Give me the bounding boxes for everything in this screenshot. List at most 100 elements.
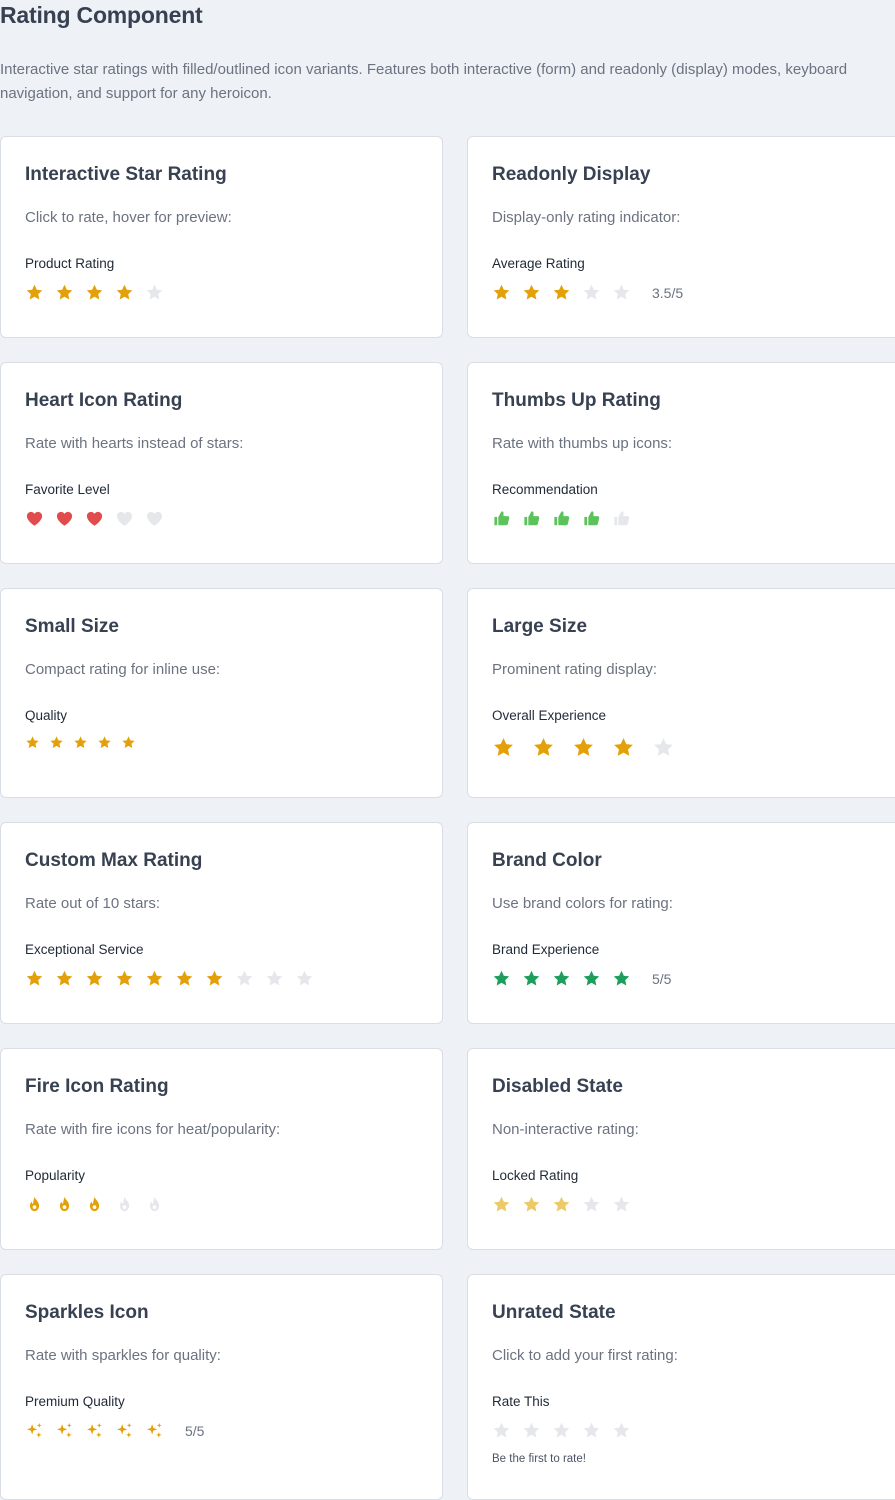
rating-card: Readonly Display Display-only rating indi… <box>467 136 895 338</box>
rating-card: Thumbs Up Rating Rate with thumbs up icon… <box>467 362 895 564</box>
star-icon[interactable] <box>265 969 295 988</box>
thumb-up-icon[interactable] <box>552 509 582 528</box>
rating-icons <box>492 1421 642 1440</box>
star-icon[interactable] <box>582 1421 612 1440</box>
star-icon[interactable] <box>552 1421 582 1440</box>
thumb-up-icon[interactable] <box>612 509 642 528</box>
heart-icon[interactable] <box>55 509 85 528</box>
fire-icon[interactable] <box>115 1195 145 1214</box>
sparkles-icon[interactable] <box>115 1421 145 1440</box>
page-description: Interactive star ratings with filled/out… <box>0 61 848 102</box>
fire-icon[interactable] <box>145 1195 175 1214</box>
heart-icon[interactable] <box>145 509 175 528</box>
star-icon[interactable] <box>582 969 612 988</box>
card-title: Thumbs Up Rating <box>492 390 661 411</box>
card-description: Click to rate, hover for preview: <box>25 209 232 226</box>
star-icon[interactable] <box>612 1421 642 1440</box>
card-description: Use brand colors for rating: <box>492 895 673 912</box>
star-icon[interactable] <box>552 283 582 302</box>
card-description: Prominent rating display: <box>492 661 658 678</box>
star-icon[interactable] <box>121 735 145 750</box>
star-icon[interactable] <box>532 736 572 759</box>
rating-icons <box>492 736 692 759</box>
star-icon[interactable] <box>522 1421 552 1440</box>
card-description: Rate with thumbs up icons: <box>492 435 673 452</box>
star-icon <box>522 1195 552 1214</box>
card-title: Readonly Display <box>492 164 651 185</box>
rating-label: Locked Rating <box>492 1168 579 1183</box>
star-icon[interactable] <box>492 736 532 759</box>
star-icon[interactable] <box>522 969 552 988</box>
star-icon[interactable] <box>145 969 175 988</box>
star-icon[interactable] <box>612 736 652 759</box>
star-icon[interactable] <box>522 283 552 302</box>
star-icon[interactable] <box>97 735 121 750</box>
star-icon[interactable] <box>145 283 175 302</box>
rating-card: Unrated State Click to add your first rat… <box>467 1274 895 1500</box>
star-icon[interactable] <box>25 969 55 988</box>
rating-card: Fire Icon Rating Rate with fire icons for… <box>0 1048 443 1250</box>
thumb-up-icon[interactable] <box>582 509 612 528</box>
page-title: Rating Component <box>0 2 203 28</box>
rating-icons: 3.5/5 <box>492 283 683 302</box>
rating-value-text: 3.5/5 <box>652 284 684 301</box>
star-icon[interactable] <box>492 969 522 988</box>
star-icon[interactable] <box>55 969 85 988</box>
star-icon[interactable] <box>612 283 642 302</box>
star-icon[interactable] <box>49 735 73 750</box>
sparkles-icon[interactable] <box>25 1421 55 1440</box>
star-icon[interactable] <box>25 283 55 302</box>
star-icon[interactable] <box>582 283 612 302</box>
fire-icon[interactable] <box>85 1195 115 1214</box>
rating-label: Quality <box>25 708 68 723</box>
star-icon[interactable] <box>612 969 642 988</box>
star-icon[interactable] <box>175 969 205 988</box>
rating-card: Small Size Compact rating for inline use:… <box>0 588 443 798</box>
card-description: Click to add your first rating: <box>492 1347 678 1364</box>
rating-label: Brand Experience <box>492 942 600 957</box>
star-icon[interactable] <box>235 969 265 988</box>
heart-icon[interactable] <box>115 509 145 528</box>
card-description: Display-only rating indicator: <box>492 209 681 226</box>
rating-icons <box>25 283 175 302</box>
card-title: Interactive Star Rating <box>25 164 227 185</box>
star-icon[interactable] <box>73 735 97 750</box>
thumb-up-icon[interactable] <box>522 509 552 528</box>
heart-icon[interactable] <box>85 509 115 528</box>
star-icon[interactable] <box>652 736 692 759</box>
sparkles-icon[interactable] <box>145 1421 175 1440</box>
card-description: Rate with hearts instead of stars: <box>25 435 244 452</box>
star-icon[interactable] <box>295 969 325 988</box>
card-description: Compact rating for inline use: <box>25 661 221 678</box>
star-icon[interactable] <box>552 969 582 988</box>
fire-icon[interactable] <box>25 1195 55 1214</box>
rating-icons <box>492 1195 642 1214</box>
star-icon[interactable] <box>115 969 145 988</box>
star-icon[interactable] <box>492 1421 522 1440</box>
star-icon[interactable] <box>115 283 145 302</box>
rating-card: Heart Icon Rating Rate with hearts instea… <box>0 362 443 564</box>
rating-icons <box>25 735 145 750</box>
star-icon[interactable] <box>85 969 115 988</box>
star-icon[interactable] <box>25 735 49 750</box>
star-icon <box>612 1195 642 1214</box>
heart-icon[interactable] <box>25 509 55 528</box>
card-description: Rate with fire icons for heat/popularity… <box>25 1121 281 1138</box>
star-icon[interactable] <box>205 969 235 988</box>
star-icon[interactable] <box>492 283 522 302</box>
sparkles-icon[interactable] <box>85 1421 115 1440</box>
sparkles-icon[interactable] <box>55 1421 85 1440</box>
star-icon[interactable] <box>85 283 115 302</box>
card-description: Rate with sparkles for quality: <box>25 1347 221 1364</box>
rating-icons <box>25 969 325 988</box>
rating-icons: 5/5 <box>492 969 671 988</box>
rating-label: Average Rating <box>492 256 585 271</box>
card-title: Sparkles Icon <box>25 1302 149 1323</box>
star-icon[interactable] <box>572 736 612 759</box>
rating-label: Exceptional Service <box>25 942 144 957</box>
rating-card: Sparkles Icon Rate with sparkles for qual… <box>0 1274 443 1500</box>
rating-card: Custom Max Rating Rate out of 10 stars: Ex… <box>0 822 443 1024</box>
fire-icon[interactable] <box>55 1195 85 1214</box>
star-icon[interactable] <box>55 283 85 302</box>
thumb-up-icon[interactable] <box>492 509 522 528</box>
